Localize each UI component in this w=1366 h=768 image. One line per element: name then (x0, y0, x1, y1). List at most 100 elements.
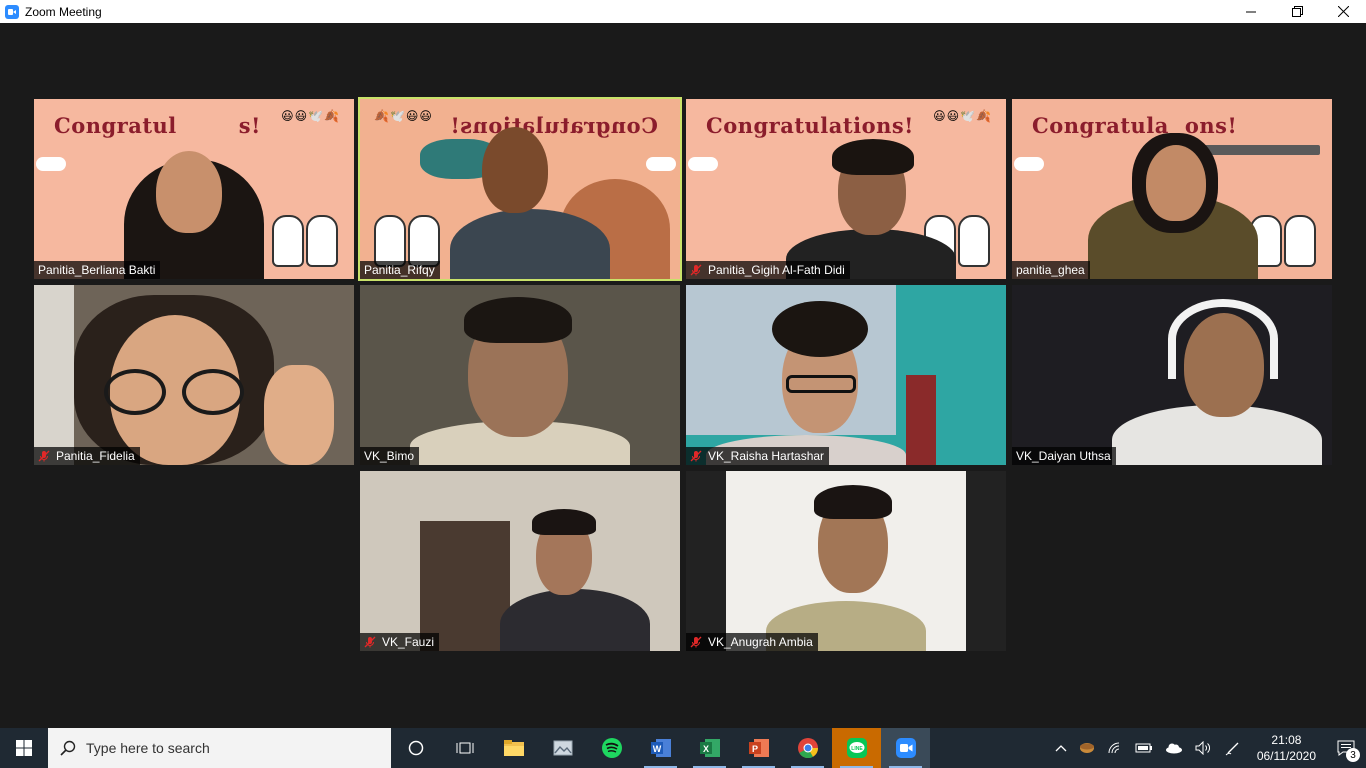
glasses-shape (104, 369, 166, 415)
taskbar-search-box[interactable]: Type here to search (48, 728, 391, 768)
participant-hair (532, 509, 596, 535)
zoom-button[interactable] (881, 728, 930, 768)
participant-hair (464, 297, 572, 343)
video-tile[interactable]: Panitia_Fidelia (34, 285, 354, 465)
participant-name: Panitia_Gigih Al-Fath Didi (708, 263, 845, 277)
tray-app-button[interactable] (1073, 728, 1101, 768)
participant-name-label: Panitia_Rifqy (360, 261, 440, 279)
powerpoint-icon: P (748, 739, 769, 757)
onedrive-button[interactable] (1159, 728, 1189, 768)
participant-name-label: Panitia_Fidelia (34, 447, 140, 465)
close-icon (1337, 6, 1349, 17)
gallery-view: Congratul s! 😃😃🕊️🍂 Panitia_Berliana Bakti… (0, 23, 1366, 728)
line-button[interactable]: LINE (832, 728, 881, 768)
participant-name-label: Panitia_Berliana Bakti (34, 261, 161, 279)
speaker-icon (1195, 741, 1210, 755)
participant-name-label: VK_Daiyan Uthsa (1012, 447, 1116, 465)
emoji-decoration: 😃😃🕊️🍂 (933, 109, 992, 123)
video-tile[interactable]: VK_Anugrah Ambia (686, 471, 1006, 651)
participant-video (360, 285, 680, 465)
show-hidden-icons-button[interactable] (1049, 728, 1073, 768)
participant-hair (814, 485, 892, 519)
bookshelf-shape (906, 375, 936, 465)
video-tile[interactable]: Congratula ons! panitia_ghea (1012, 99, 1332, 279)
cortana-button[interactable] (391, 728, 440, 768)
battery-button[interactable] (1129, 728, 1159, 768)
start-button[interactable] (0, 728, 48, 768)
tray-app-icon (1079, 743, 1094, 753)
muted-mic-icon (690, 264, 702, 276)
muted-mic-icon (690, 636, 702, 648)
clock-time: 21:08 (1271, 733, 1302, 747)
spotify-button[interactable] (587, 728, 636, 768)
cloud-decoration (36, 157, 66, 171)
banner-text-part: s! (238, 113, 261, 138)
emoji-decoration: 😃😃🕊️🍂 (281, 109, 340, 123)
svg-text:X: X (702, 744, 708, 754)
powerpoint-button[interactable]: P (734, 728, 783, 768)
participant-name-label: VK_Raisha Hartashar (686, 447, 830, 465)
participant-name: Panitia_Rifqy (364, 263, 435, 277)
wifi-icon (1108, 742, 1119, 754)
video-tile[interactable]: VK_Bimo (360, 285, 680, 465)
cloud-decoration (646, 157, 676, 171)
windows-logo-icon (16, 740, 32, 756)
banner-text: Congratul s! (54, 113, 261, 138)
glasses-shape (182, 369, 244, 415)
search-icon (60, 740, 76, 756)
photos-button[interactable] (538, 728, 587, 768)
participant-hair (772, 301, 868, 357)
taskbar-clock[interactable]: 21:08 06/11/2020 (1247, 732, 1326, 764)
task-view-button[interactable] (440, 728, 489, 768)
mascot-decoration (306, 215, 338, 267)
action-center-button[interactable]: 3 (1326, 728, 1366, 768)
participant-name-label: Panitia_Gigih Al-Fath Didi (686, 261, 850, 279)
window-controls (1228, 0, 1366, 23)
zoom-app-icon (5, 4, 19, 19)
participant-name: Panitia_Berliana Bakti (38, 263, 156, 277)
window-title: Zoom Meeting (25, 4, 102, 19)
headphones-shape (1168, 299, 1278, 379)
restore-button[interactable] (1274, 0, 1320, 23)
cloud-icon (1165, 743, 1182, 754)
file-explorer-button[interactable] (489, 728, 538, 768)
volume-button[interactable] (1189, 728, 1219, 768)
pen-button[interactable] (1219, 728, 1247, 768)
video-tile[interactable]: VK_Daiyan Uthsa (1012, 285, 1332, 465)
title-bar: Zoom Meeting (0, 0, 1366, 23)
search-placeholder: Type here to search (86, 740, 210, 756)
restore-icon (1291, 6, 1303, 17)
participant-video (360, 471, 680, 651)
minimize-icon (1246, 11, 1256, 12)
participant-face (1146, 145, 1206, 221)
svg-text:P: P (751, 744, 757, 754)
video-tile[interactable]: VK_Raisha Hartashar (686, 285, 1006, 465)
video-tile[interactable]: Congratulations! 😃😃🕊️🍂 Panitia_Gigih Al-… (686, 99, 1006, 279)
video-tile[interactable]: VK_Fauzi (360, 471, 680, 651)
word-icon: W (650, 739, 671, 757)
participant-name: VK_Anugrah Ambia (708, 635, 813, 649)
close-button[interactable] (1320, 0, 1366, 23)
participant-body (450, 209, 610, 279)
minimize-button[interactable] (1228, 0, 1274, 23)
mascot-decoration (958, 215, 990, 267)
banner-text-mirrored: Congratulations! (450, 113, 658, 138)
video-tile-active-speaker[interactable]: Congratulations! 🍂🕊️😃😃 Panitia_Rifqy (358, 97, 682, 281)
glasses-shape (786, 375, 856, 393)
participant-name: VK_Daiyan Uthsa (1016, 449, 1111, 463)
wall-shape (34, 285, 74, 465)
participant-video: Congratulations! 🍂🕊️😃😃 (360, 99, 680, 279)
muted-mic-icon (690, 450, 702, 462)
chrome-button[interactable] (783, 728, 832, 768)
task-view-icon (456, 742, 473, 754)
word-button[interactable]: W (636, 728, 685, 768)
mascot-decoration (1284, 215, 1316, 267)
participant-video (686, 285, 1006, 465)
network-button[interactable] (1101, 728, 1129, 768)
excel-button[interactable]: X (685, 728, 734, 768)
pen-icon (1225, 742, 1239, 756)
muted-mic-icon (38, 450, 50, 462)
participant-name-label: VK_Bimo (360, 447, 420, 465)
video-tile[interactable]: Congratul s! 😃😃🕊️🍂 Panitia_Berliana Bakti (34, 99, 354, 279)
banner-text-part: Congratula (1032, 113, 1169, 138)
